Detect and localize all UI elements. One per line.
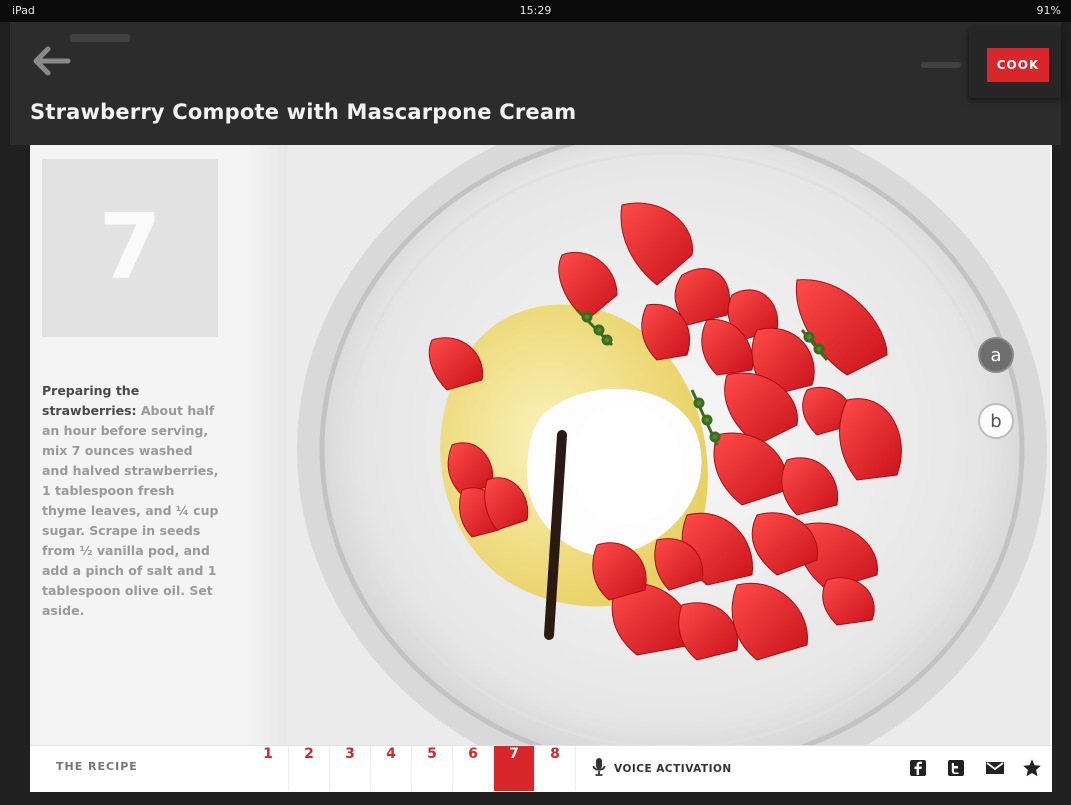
- step-pager: 1 2 3 4 5 6 7 8: [248, 746, 576, 791]
- step-sidebar: 7 Preparing the strawberries: About half…: [30, 145, 287, 745]
- step-button-5[interactable]: 5: [412, 746, 453, 791]
- cook-button[interactable]: COOK: [987, 48, 1049, 82]
- step-button-1[interactable]: 1: [248, 746, 289, 791]
- back-arrow-icon: [32, 46, 92, 76]
- page-title: Strawberry Compote with Mascarpone Cream: [30, 100, 577, 124]
- step-button-6[interactable]: 6: [453, 746, 494, 791]
- step-number: 7: [42, 159, 218, 337]
- step-button-4[interactable]: 4: [371, 746, 412, 791]
- step-navigation-bar: THE RECIPE 1 2 3 4 5 6 7 8 VOICE ACTIVAT…: [30, 745, 1052, 791]
- cook-panel: COOK: [969, 28, 1061, 98]
- hotspot-b[interactable]: b: [978, 403, 1014, 439]
- battery-indicator: 91%: [1036, 4, 1061, 17]
- recipe-step-view: 7 Preparing the strawberries: About half…: [30, 145, 1052, 792]
- hotspot-a[interactable]: a: [978, 337, 1014, 373]
- step-photo: a b: [287, 145, 1050, 745]
- star-icon[interactable]: [1022, 758, 1042, 778]
- app-window: iPad 15:29 91% COOK Strawberry Compote w…: [0, 0, 1071, 805]
- microphone-icon: [592, 757, 606, 781]
- mail-icon[interactable]: [984, 758, 1004, 778]
- clock: 15:29: [519, 4, 552, 17]
- the-recipe-tab[interactable]: THE RECIPE: [56, 760, 138, 773]
- step-button-7[interactable]: 7: [494, 746, 535, 791]
- header-hint-blurred: [921, 62, 961, 68]
- step-text: About half an hour before serving, mix 7…: [42, 403, 219, 618]
- step-instructions: Preparing the strawberries: About half a…: [42, 381, 220, 621]
- step-heading: Preparing the strawberries:: [42, 383, 140, 418]
- step-button-8[interactable]: 8: [535, 746, 576, 791]
- step-button-3[interactable]: 3: [330, 746, 371, 791]
- back-label-blurred: [70, 34, 130, 42]
- step-button-2[interactable]: 2: [289, 746, 330, 791]
- voice-activation-button[interactable]: VOICE ACTIVATION: [592, 746, 732, 791]
- status-bar: iPad 15:29 91%: [0, 0, 1071, 22]
- share-toolbar: [908, 758, 1042, 778]
- facebook-icon[interactable]: [908, 758, 928, 778]
- voice-activation-label: VOICE ACTIVATION: [614, 762, 732, 775]
- app-header: COOK Strawberry Compote with Mascarpone …: [10, 22, 1061, 145]
- strawberry-bowl-image: [287, 145, 1050, 745]
- twitter-icon[interactable]: [946, 758, 966, 778]
- back-button[interactable]: [32, 46, 92, 82]
